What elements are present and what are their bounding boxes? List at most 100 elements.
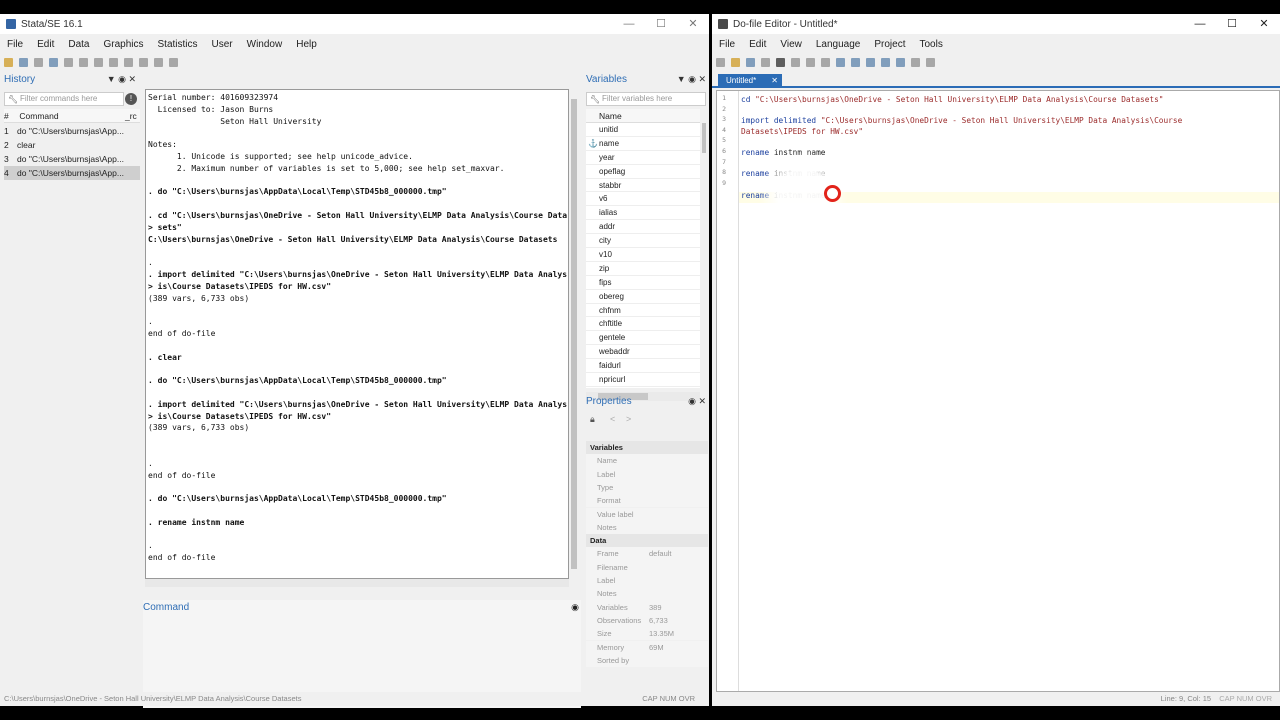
editor-menu-edit[interactable]: Edit [742,39,773,50]
properties-section[interactable]: Variables [586,441,708,455]
variables-panel-controls[interactable]: ▼ ◉ ✕ [677,74,706,85]
results-hscrollbar[interactable] [145,579,569,587]
variable-item[interactable]: city [586,234,700,249]
variable-item[interactable]: unitid [586,123,700,137]
lock-icon[interactable]: 🔒︎ [590,414,595,425]
editor-menu-file[interactable]: File [712,39,742,50]
print-icon[interactable] [761,57,770,67]
minimize-button[interactable]: — [613,14,645,34]
variables-filter-input[interactable]: 🔧︎ Filter variables here [586,92,706,106]
results-line [148,363,566,375]
paste-icon[interactable] [821,57,830,67]
variable-item[interactable]: ⚓ name [586,137,700,151]
copy-icon[interactable] [806,57,815,67]
results-line: end of do-file [148,328,216,338]
variable-item[interactable]: addr [586,220,700,235]
graph-icon[interactable] [79,57,88,67]
log-icon[interactable] [49,57,58,67]
history-row-selected[interactable]: 4 do "C:\Users\burnsjas\App... [4,166,140,180]
maximize-button[interactable]: ☐ [645,14,677,34]
variables-scrollbar-thumb[interactable] [702,123,706,153]
show-syntax-icon[interactable] [911,57,920,67]
results-line: . [148,541,153,551]
shift-left-icon[interactable] [866,57,875,67]
variable-item[interactable]: v10 [586,248,700,262]
tab-close-icon[interactable]: ✕ [771,74,778,88]
menu-window[interactable]: Window [240,39,290,50]
editor-menu-tools[interactable]: Tools [912,39,949,50]
results-scrollbar[interactable] [569,89,579,579]
section-label: Variables [590,443,623,452]
variable-item[interactable]: chfnm [586,304,700,318]
menu-data[interactable]: Data [61,39,96,50]
forward-icon[interactable]: > [626,414,631,424]
menu-file[interactable]: File [0,39,30,50]
shift-right-icon[interactable] [881,57,890,67]
bookmark-icon[interactable] [896,57,905,67]
variable-item[interactable]: year [586,151,700,165]
history-row[interactable]: 1 do "C:\Users\burnsjas\App... [4,124,140,138]
variables-manager-icon[interactable] [139,57,148,67]
variable-item[interactable]: npricurl [586,373,700,387]
editor-maximize-button[interactable]: ☐ [1216,14,1248,34]
results-line: Licensed to: Jason Burns [148,104,274,114]
properties-panel-controls[interactable]: ◉ ✕ [688,396,706,407]
more-icon[interactable] [154,57,163,67]
tab-untitled[interactable]: Untitled* ✕ [718,74,782,88]
editor-menu-project[interactable]: Project [867,39,912,50]
editor-close-button[interactable]: ✕ [1248,14,1280,34]
cut-icon[interactable] [791,57,800,67]
history-col-command[interactable]: Command [19,111,58,121]
open-icon[interactable] [4,57,13,67]
properties-section[interactable]: Data [586,534,708,548]
results-scrollbar-thumb[interactable] [571,99,577,569]
history-row[interactable]: 2 clear [4,138,140,152]
find-icon[interactable] [776,57,785,67]
history-filter-input[interactable]: 🔧︎ Filter commands here [4,92,124,106]
command-pin-icon[interactable]: ◉ [571,602,579,613]
history-row[interactable]: 3 do "C:\Users\burnsjas\App... [4,152,140,166]
variable-item[interactable]: webaddr [586,345,700,360]
save-icon[interactable] [19,57,28,67]
variable-item[interactable]: fips [586,276,700,290]
variable-item[interactable]: zip [586,262,700,276]
results-window[interactable]: Serial number: 401609323974 Licensed to:… [145,89,569,579]
variables-scrollbar[interactable] [700,123,708,388]
data-browser-icon[interactable] [124,57,133,67]
variable-item[interactable]: faidurl [586,359,700,374]
variable-item[interactable]: obereg [586,290,700,304]
new-icon[interactable] [716,57,725,67]
back-icon[interactable]: < [610,414,615,424]
viewer-icon[interactable] [64,57,73,67]
close-button[interactable]: ✕ [677,14,709,34]
results-line [148,446,566,458]
editor-menu-language[interactable]: Language [809,39,868,50]
history-panel-controls[interactable]: ▼ ◉ ✕ [107,74,136,85]
dofile-editor-icon[interactable] [94,57,103,67]
menu-help[interactable]: Help [289,39,324,50]
break-icon[interactable] [169,57,178,67]
history-col-rc[interactable]: _rc [125,109,137,122]
variable-item[interactable]: chftitle [586,317,700,332]
open-icon[interactable] [731,57,740,67]
variable-item[interactable]: stabbr [586,179,700,193]
variable-item[interactable]: opeflag [586,165,700,179]
menu-edit[interactable]: Edit [30,39,61,50]
save-icon[interactable] [746,57,755,67]
editor-menu-view[interactable]: View [773,39,809,50]
menu-graphics[interactable]: Graphics [96,39,150,50]
execute-icon[interactable] [926,57,935,67]
menu-statistics[interactable]: Statistics [151,39,205,50]
editor-minimize-button[interactable]: — [1184,14,1216,34]
data-editor-icon[interactable] [109,57,118,67]
variable-item[interactable]: gentele [586,331,700,346]
variable-item[interactable]: v6 [586,192,700,207]
redo-icon[interactable] [851,57,860,67]
variables-column-header[interactable]: Name [586,109,700,123]
menu-user[interactable]: User [205,39,240,50]
info-icon[interactable]: ! [125,93,137,105]
variables-list[interactable]: unitid ⚓ name year opeflag stabbr v6 ialias addr… [586,123,700,388]
variable-item[interactable]: ialias [586,206,700,221]
undo-icon[interactable] [836,57,845,67]
print-icon[interactable] [34,57,43,67]
